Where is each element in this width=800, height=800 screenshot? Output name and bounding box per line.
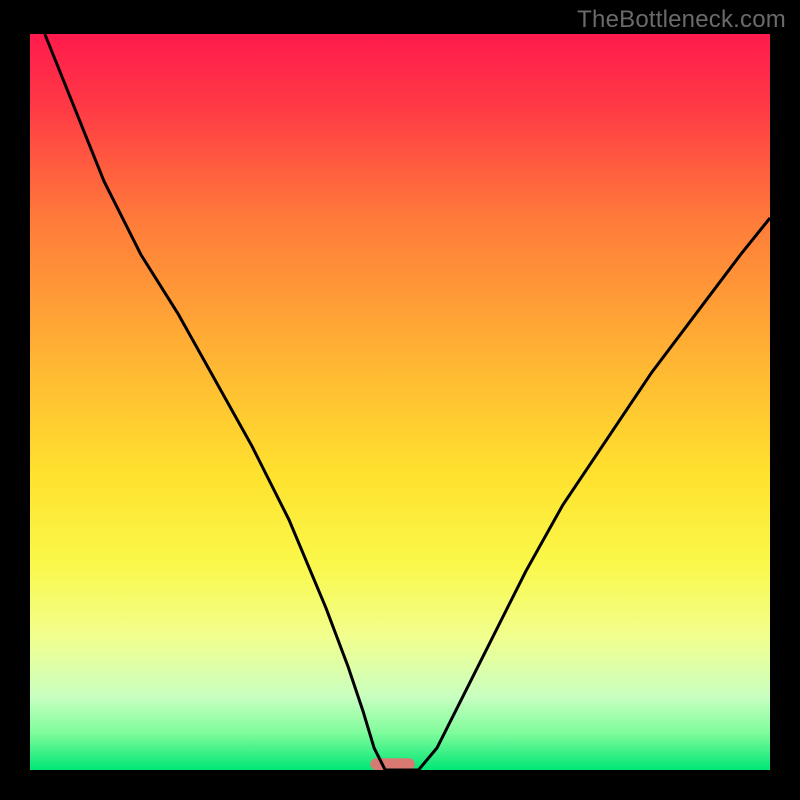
watermark-text: TheBottleneck.com	[577, 6, 786, 34]
chart-frame: { "watermark": "TheBottleneck.com", "cha…	[0, 0, 800, 800]
bottom-marker	[370, 758, 414, 770]
plot-background	[30, 34, 770, 770]
bottleneck-chart	[0, 0, 800, 800]
